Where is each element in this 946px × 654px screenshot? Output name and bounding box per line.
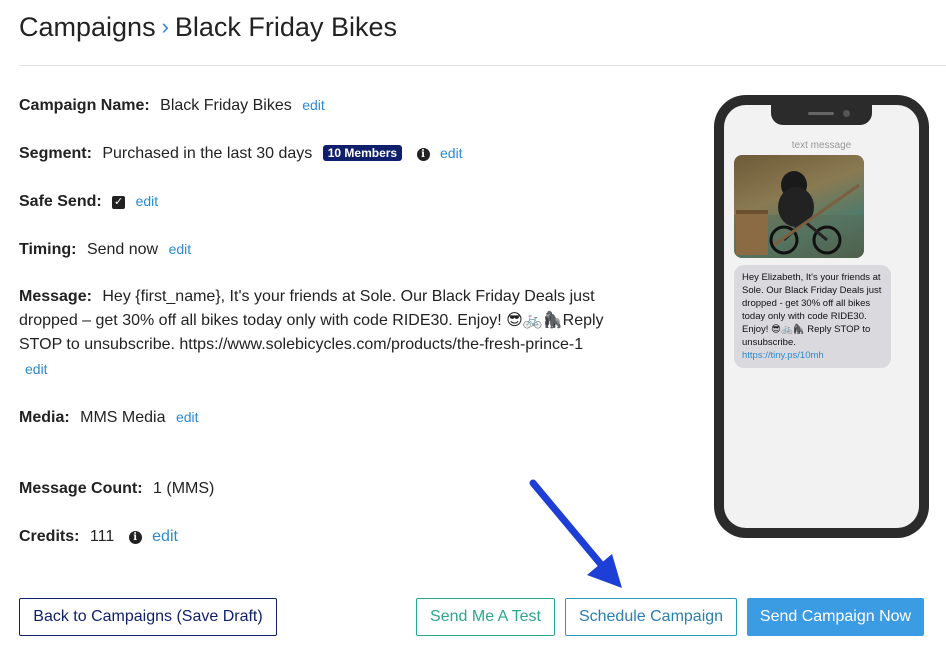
send-test-button[interactable]: Send Me A Test: [416, 598, 555, 636]
sms-type-label: text message: [791, 140, 852, 151]
campaign-name-edit-link[interactable]: edit: [302, 97, 325, 113]
timing-label: Timing:: [19, 241, 77, 258]
safe-send-label: Safe Send:: [19, 193, 102, 210]
safe-send-checkbox[interactable]: ✓: [112, 196, 126, 209]
message-value: Hey {first_name}, It's your friends at S…: [19, 288, 604, 353]
timing-value: Send now: [86, 241, 159, 258]
message-edit-link[interactable]: edit: [25, 361, 48, 377]
segment-row: Segment: Purchased in the last 30 days 1…: [19, 141, 463, 166]
safe-send-row: Safe Send: ✓ edit: [19, 189, 158, 214]
message-count-value: 1 (MMS): [153, 480, 215, 497]
message-count-label: Message Count:: [19, 480, 143, 497]
sms-preview-text: Hey Elizabeth, It's your friends at Sole…: [742, 272, 882, 348]
segment-value: Purchased in the last 30 days: [102, 145, 313, 162]
schedule-campaign-button[interactable]: Schedule Campaign: [565, 598, 737, 636]
header-divider: [19, 65, 946, 66]
info-icon[interactable]: i: [416, 148, 430, 161]
members-count-badge: 10 Members: [322, 145, 403, 161]
timing-edit-link[interactable]: edit: [169, 241, 192, 257]
safe-send-edit-link[interactable]: edit: [136, 193, 159, 209]
media-row: Media: MMS Media edit: [19, 405, 199, 430]
media-edit-link[interactable]: edit: [176, 409, 199, 425]
sms-preview-bubble: Hey Elizabeth, It's your friends at Sole…: [734, 265, 891, 368]
message-row: Message: Hey {first_name}, It's your fri…: [19, 285, 614, 382]
credits-row: Credits: 111 i edit: [19, 525, 178, 549]
breadcrumb: Campaigns › Black Friday Bikes: [19, 12, 397, 43]
mms-image: [734, 155, 864, 258]
chevron-right-icon: ›: [161, 14, 169, 39]
breadcrumb-root-link[interactable]: Campaigns: [19, 12, 156, 42]
campaign-name-label: Campaign Name:: [19, 97, 150, 114]
credits-label: Credits:: [19, 528, 80, 545]
send-campaign-now-button[interactable]: Send Campaign Now: [747, 598, 924, 636]
campaign-name-row: Campaign Name: Black Friday Bikes edit: [19, 93, 325, 118]
segment-edit-link[interactable]: edit: [440, 145, 463, 161]
phone-screen: text message Hey Elizabeth, It's your fr…: [724, 105, 919, 528]
back-to-campaigns-button[interactable]: Back to Campaigns (Save Draft): [19, 598, 277, 636]
page-title: Black Friday Bikes: [174, 12, 397, 42]
timing-row: Timing: Send now edit: [19, 237, 191, 262]
credits-edit-link[interactable]: edit: [152, 528, 178, 545]
credits-value: 111: [89, 528, 115, 545]
media-value: MMS Media: [80, 409, 166, 426]
phone-preview: text message Hey Elizabeth, It's your fr…: [714, 95, 929, 538]
segment-label: Segment:: [19, 145, 92, 162]
campaign-name-value: Black Friday Bikes: [160, 97, 292, 114]
gorilla-on-bike-image: [734, 171, 864, 258]
speaker-icon: [808, 112, 834, 115]
message-count-row: Message Count: 1 (MMS): [19, 477, 214, 501]
message-label: Message:: [19, 288, 92, 305]
credits-info-icon[interactable]: i: [128, 531, 142, 544]
phone-notch: [771, 105, 872, 125]
sms-preview-link[interactable]: https://tiny.ps/10mh: [742, 350, 824, 361]
media-label: Media:: [19, 409, 70, 426]
camera-icon: [843, 110, 850, 117]
